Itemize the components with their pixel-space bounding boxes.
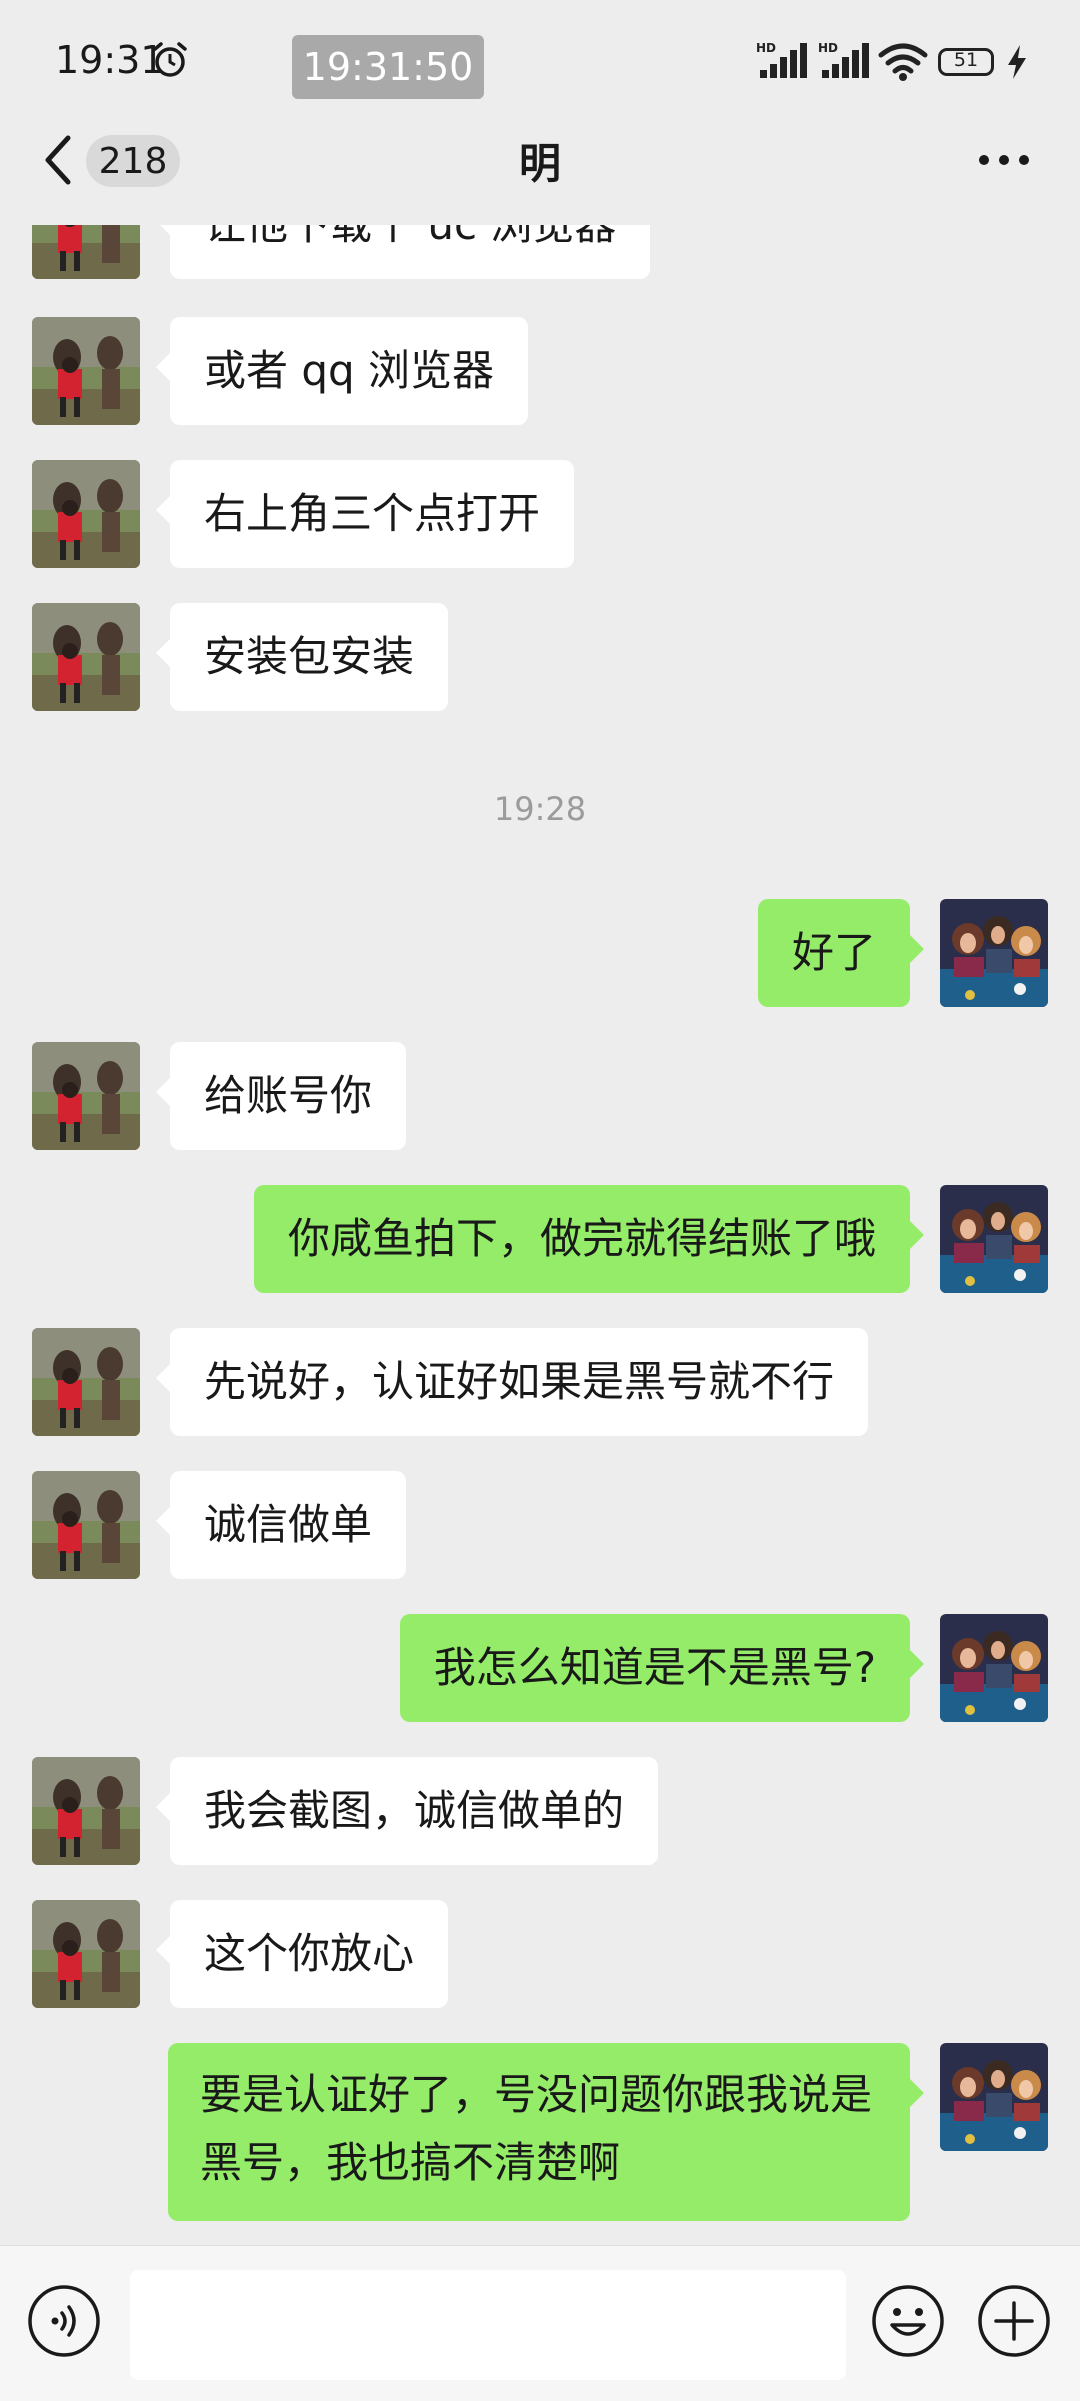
incoming-message-bubble[interactable]: 这个你放心 [155, 1900, 449, 2008]
contact-avatar[interactable] [32, 460, 140, 568]
battery-icon: 51 [938, 48, 1000, 78]
outgoing-message-bubble[interactable]: 好了 [757, 899, 925, 1007]
outgoing-message-bubble[interactable]: 你咸鱼拍下，做完就得结账了哦 [253, 1185, 925, 1293]
incoming-message-bubble[interactable]: 让他下载个 uc 浏览器 [155, 225, 651, 279]
message-text: 右上角三个点打开 [204, 489, 541, 538]
incoming-message-bubble[interactable]: 安装包安装 [155, 603, 449, 711]
message-text: 给账号你 [204, 1071, 373, 1120]
message-timestamp: 19:28 [493, 790, 587, 828]
screen-recording-time: 19:31:50 [292, 35, 484, 99]
message-text: 我会截图，诚信做单的 [204, 1786, 625, 1835]
status-time: 19:31 [55, 38, 165, 82]
plus-icon[interactable] [976, 2283, 1052, 2359]
message-text: 安装包安装 [204, 632, 415, 681]
incoming-message-bubble[interactable]: 或者 qq 浏览器 [155, 317, 529, 425]
incoming-message-bubble[interactable]: 给账号你 [155, 1042, 407, 1150]
signal-hd-label: HD [756, 41, 776, 55]
my-avatar[interactable] [940, 2043, 1048, 2151]
voice-icon[interactable] [26, 2283, 102, 2359]
contact-avatar[interactable] [32, 1471, 140, 1579]
battery-level: 51 [953, 49, 979, 71]
my-avatar[interactable] [940, 1614, 1048, 1722]
emoji-icon[interactable] [870, 2283, 946, 2359]
contact-avatar[interactable] [32, 225, 140, 279]
wifi-icon [878, 43, 928, 81]
message-text: 好了 [791, 928, 876, 977]
message-text: 这个你放心 [204, 1929, 415, 1978]
charge-icon [1008, 45, 1026, 79]
incoming-message-bubble[interactable]: 先说好，认证好如果是黑号就不行 [155, 1328, 869, 1436]
contact-avatar[interactable] [32, 1042, 140, 1150]
message-text: 诚信做单 [204, 1500, 373, 1549]
message-text: 或者 qq 浏览器 [204, 346, 495, 395]
message-text: 你咸鱼拍下，做完就得结账了哦 [287, 1214, 876, 1263]
outgoing-message-bubble[interactable]: 我怎么知道是不是黑号? [399, 1614, 925, 1722]
my-avatar[interactable] [940, 1185, 1048, 1293]
my-avatar[interactable] [940, 899, 1048, 1007]
message-text: 让他下载个 uc 浏览器 [204, 225, 616, 249]
incoming-message-bubble[interactable]: 右上角三个点打开 [155, 460, 575, 568]
signal-icon: HD [756, 41, 807, 78]
message-text: 我怎么知道是不是黑号? [433, 1643, 876, 1692]
alarm-icon [153, 42, 187, 77]
signal-hd-label: HD [818, 41, 838, 55]
chat-title: 明 [518, 139, 561, 188]
outgoing-message-bubble[interactable]: 要是认证好了，号没问题你跟我说是黑号，我也搞不清楚啊 [168, 2043, 924, 2221]
message-text: 先说好，认证好如果是黑号就不行 [204, 1357, 835, 1406]
signal-icon: HD [818, 41, 869, 78]
contact-avatar[interactable] [32, 1900, 140, 2008]
contact-avatar[interactable] [32, 317, 140, 425]
more-icon[interactable] [978, 150, 1030, 170]
contact-avatar[interactable] [32, 603, 140, 711]
message-input[interactable] [130, 2270, 846, 2380]
contact-avatar[interactable] [32, 1757, 140, 1865]
incoming-message-bubble[interactable]: 我会截图，诚信做单的 [155, 1757, 659, 1865]
contact-avatar[interactable] [32, 1328, 140, 1436]
message-text: 要是认证好了，号没问题你跟我说是黑号，我也搞不清楚啊 [200, 2070, 873, 2187]
incoming-message-bubble[interactable]: 诚信做单 [155, 1471, 407, 1579]
chat-area[interactable]: 让他下载个 uc 浏览器 或者 qq 浏览器 右上角三个点打开 安装包安装 19… [0, 225, 1080, 2245]
